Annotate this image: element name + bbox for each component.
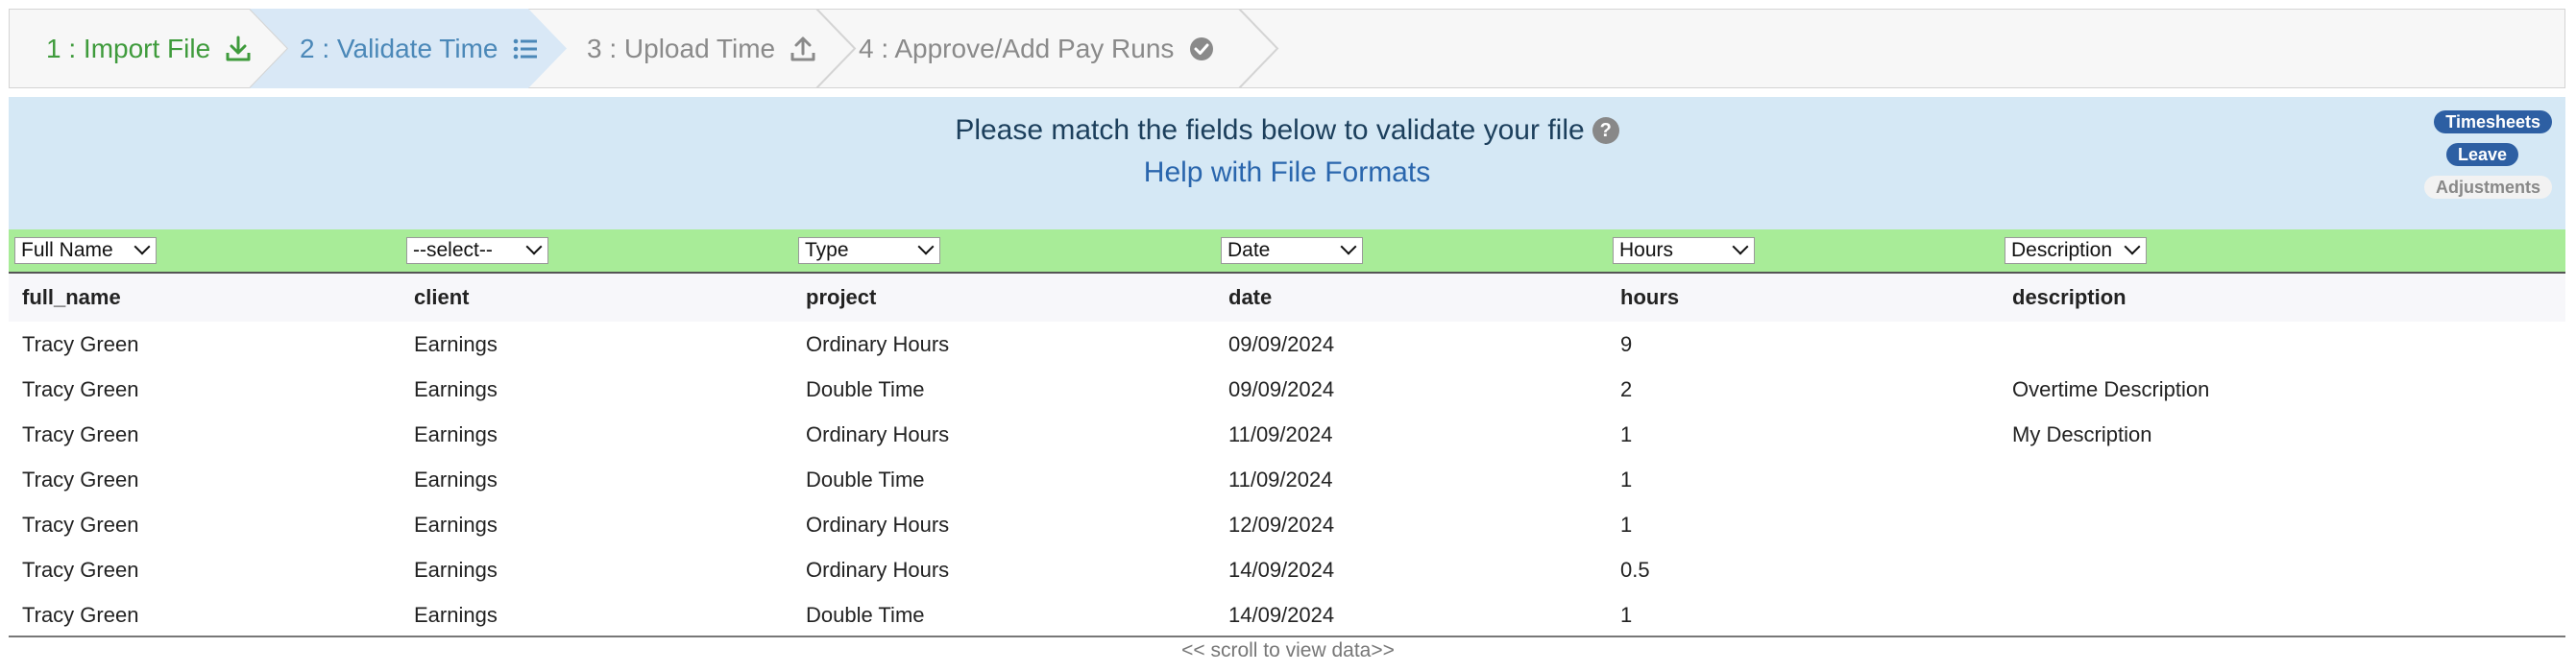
chevron-down-icon bbox=[917, 238, 935, 255]
adjustments-pill[interactable]: Adjustments bbox=[2423, 176, 2552, 199]
column-header: full_name bbox=[22, 285, 121, 309]
table-cell-date: 09/09/2024 bbox=[1228, 376, 1335, 401]
table-bottom-border bbox=[9, 636, 2565, 637]
table-cell-date: 12/09/2024 bbox=[1228, 512, 1335, 537]
table-cell-full-name: Tracy Green bbox=[22, 602, 139, 627]
table-cell-description: Overtime Description bbox=[2012, 376, 2210, 401]
step-label: 1 : Import File bbox=[46, 33, 211, 63]
table-cell-hours: 0.5 bbox=[1620, 557, 1650, 582]
map-select-client[interactable]: --select-- bbox=[406, 237, 548, 264]
select-value: Type bbox=[805, 239, 849, 261]
table-row: Tracy Green Earnings Double Time 09/09/2024… bbox=[9, 367, 2565, 412]
map-select-description[interactable]: Description bbox=[2005, 237, 2147, 264]
chevron-down-icon bbox=[1732, 238, 1749, 255]
table-cell-date: 11/09/2024 bbox=[1228, 467, 1333, 492]
column-header: hours bbox=[1620, 285, 1680, 309]
select-value: Hours bbox=[1619, 239, 1674, 261]
step-import-file[interactable]: 1 : Import File bbox=[10, 9, 271, 88]
table-cell-client: Earnings bbox=[414, 376, 498, 401]
table-cell-client: Earnings bbox=[414, 467, 498, 492]
table-cell-full-name: Tracy Green bbox=[22, 512, 139, 537]
column-header: client bbox=[414, 285, 470, 309]
table-row: Tracy Green Earnings Ordinary Hours 12/09/2… bbox=[9, 502, 2565, 547]
list-icon bbox=[514, 38, 538, 59]
step-label: 4 : Approve/Add Pay Runs bbox=[859, 33, 1175, 63]
table-cell-date: 09/09/2024 bbox=[1228, 331, 1335, 356]
table-cell-date: 14/09/2024 bbox=[1228, 602, 1335, 627]
map-select-full-name[interactable]: Full Name bbox=[14, 237, 157, 264]
map-select-project[interactable]: Type bbox=[798, 237, 940, 264]
table-cell-description: My Description bbox=[2012, 421, 2152, 446]
help-icon[interactable]: ? bbox=[1592, 117, 1619, 144]
step-upload-time[interactable]: 3 : Upload Time bbox=[543, 9, 831, 88]
table-header: full_name client project date hours desc… bbox=[9, 274, 2565, 322]
upload-icon bbox=[790, 36, 815, 60]
table-cell-client: Earnings bbox=[414, 421, 498, 446]
scroll-hint: << scroll to view data>> bbox=[1181, 639, 1395, 661]
table-cell-project: Ordinary Hours bbox=[806, 512, 950, 537]
table-cell-project: Ordinary Hours bbox=[806, 331, 950, 356]
step-approve-pay-runs[interactable]: 4 : Approve/Add Pay Runs bbox=[816, 9, 1258, 88]
table-body: Tracy Green Earnings Ordinary Hours 09/09/2… bbox=[9, 322, 2565, 637]
banner-title-text: Please match the fields below to validat… bbox=[955, 114, 1585, 146]
table-cell-project: Double Time bbox=[806, 467, 925, 492]
table-row: Tracy Green Earnings Double Time 14/09/2024… bbox=[9, 592, 2565, 637]
table-row: Tracy Green Earnings Ordinary Hours 09/09/2… bbox=[9, 322, 2565, 367]
step-label: 3 : Upload Time bbox=[587, 33, 776, 63]
field-mapping-row: Full Name --select-- Type Date Hours Des… bbox=[9, 229, 2565, 274]
table-cell-hours: 1 bbox=[1620, 512, 1633, 537]
table-cell-project: Double Time bbox=[806, 376, 925, 401]
column-header: project bbox=[806, 285, 877, 309]
chevron-down-icon bbox=[525, 238, 543, 255]
step-validate-time[interactable]: 2 : Validate Time bbox=[250, 9, 567, 88]
select-value: Description bbox=[2011, 239, 2113, 261]
table-cell-project: Ordinary Hours bbox=[806, 421, 950, 446]
step-divider bbox=[1238, 9, 1279, 88]
map-select-date[interactable]: Date bbox=[1221, 237, 1363, 264]
table-cell-full-name: Tracy Green bbox=[22, 331, 139, 356]
table-cell-hours: 1 bbox=[1620, 602, 1633, 627]
table-cell-client: Earnings bbox=[414, 557, 498, 582]
table-cell-full-name: Tracy Green bbox=[22, 467, 139, 492]
table-cell-hours: 1 bbox=[1620, 467, 1633, 492]
table-row: Tracy Green Earnings Ordinary Hours 11/09/2… bbox=[9, 412, 2565, 457]
map-select-hours[interactable]: Hours bbox=[1613, 237, 1755, 264]
chevron-down-icon bbox=[2124, 238, 2141, 255]
wizard-steps: 1 : Import File 2 : Validate Time 3 : Up… bbox=[9, 9, 2565, 88]
table-cell-date: 14/09/2024 bbox=[1228, 557, 1335, 582]
table-cell-client: Earnings bbox=[414, 512, 498, 537]
select-value: --select-- bbox=[413, 239, 493, 261]
table-cell-client: Earnings bbox=[414, 602, 498, 627]
table-row: Tracy Green Earnings Double Time 11/09/2024… bbox=[9, 457, 2565, 502]
table-cell-project: Double Time bbox=[806, 602, 925, 627]
timesheets-pill[interactable]: Timesheets bbox=[2434, 110, 2552, 133]
banner-title: Please match the fields below to validat… bbox=[9, 114, 2565, 147]
table-cell-full-name: Tracy Green bbox=[22, 421, 139, 446]
column-header: description bbox=[2012, 285, 2126, 309]
leave-pill[interactable]: Leave bbox=[2445, 143, 2518, 166]
table-cell-project: Ordinary Hours bbox=[806, 557, 950, 582]
chevron-down-icon bbox=[134, 238, 151, 255]
table-cell-hours: 2 bbox=[1620, 376, 1633, 401]
step-label: 2 : Validate Time bbox=[300, 33, 498, 63]
match-fields-banner: Please match the fields below to validat… bbox=[9, 97, 2565, 229]
column-header: date bbox=[1228, 285, 1273, 309]
table-cell-client: Earnings bbox=[414, 331, 498, 356]
table-cell-full-name: Tracy Green bbox=[22, 557, 139, 582]
check-circle-icon bbox=[1190, 36, 1214, 60]
select-value: Date bbox=[1227, 239, 1271, 261]
validation-table: full_name client project date hours desc… bbox=[9, 274, 2565, 637]
help-file-formats-link[interactable]: Help with File Formats bbox=[9, 156, 2565, 189]
table-cell-hours: 1 bbox=[1620, 421, 1633, 446]
table-cell-hours: 9 bbox=[1620, 331, 1633, 356]
select-value: Full Name bbox=[21, 239, 113, 261]
table-cell-full-name: Tracy Green bbox=[22, 376, 139, 401]
table-row: Tracy Green Earnings Ordinary Hours 14/09/2… bbox=[9, 547, 2565, 592]
chevron-down-icon bbox=[1340, 238, 1357, 255]
table-cell-date: 11/09/2024 bbox=[1228, 421, 1333, 446]
